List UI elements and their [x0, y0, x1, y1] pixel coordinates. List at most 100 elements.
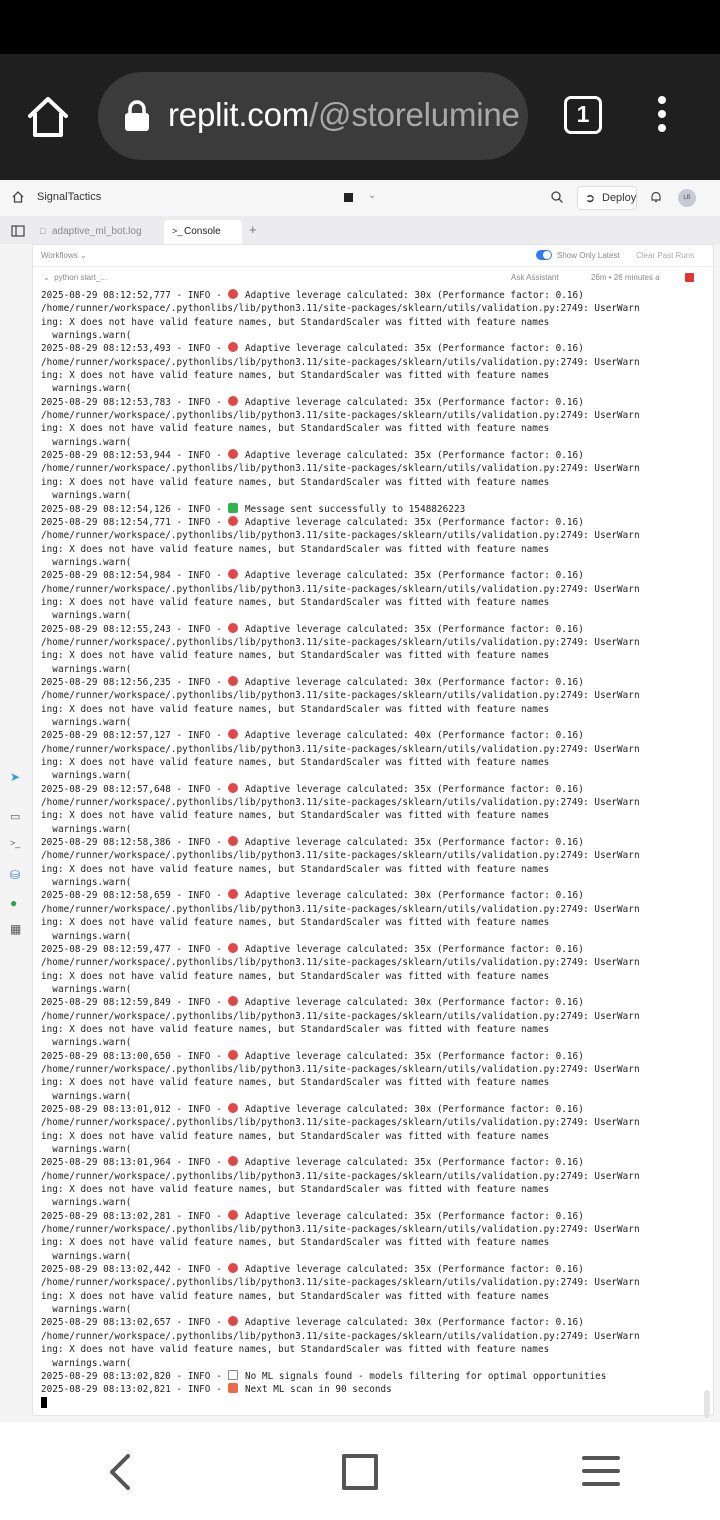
console-icon[interactable]: >_: [10, 838, 24, 852]
ask-assistant-button[interactable]: Ask Assistant: [511, 273, 559, 282]
log-line: ing: X does not have valid feature names…: [41, 1343, 701, 1356]
log-text: 2025-08-29 08:12:57,648 - INFO -: [41, 783, 228, 795]
log-line: ing: X does not have valid feature names…: [41, 1236, 701, 1249]
log-text: warnings.warn(: [41, 877, 132, 889]
log-line: ing: X does not have valid feature names…: [41, 1130, 701, 1143]
log-line: 2025-08-29 08:13:02,821 - INFO - Next ML…: [41, 1383, 701, 1396]
log-line: 2025-08-29 08:13:01,964 - INFO - Adaptiv…: [41, 1156, 701, 1169]
red-emoji-icon: [228, 889, 239, 900]
avatar[interactable]: LB: [678, 189, 696, 207]
layout-icon[interactable]: [11, 225, 25, 237]
search-icon[interactable]: [550, 190, 564, 204]
log-text: /home/runner/workspace/.pythonlibs/lib/p…: [41, 1224, 640, 1236]
log-text: /home/runner/workspace/.pythonlibs/lib/p…: [41, 356, 640, 368]
log-message: No ML signals found - models filtering f…: [239, 1370, 607, 1382]
log-line: 2025-08-29 08:13:02,281 - INFO - Adaptiv…: [41, 1209, 701, 1223]
log-line: /home/runner/workspace/.pythonlibs/lib/p…: [41, 636, 701, 649]
log-line: 2025-08-29 08:12:53,783 - INFO - Adaptiv…: [41, 395, 701, 409]
workflows-dropdown[interactable]: Workflows ⌄: [41, 251, 87, 260]
log-message: Adaptive leverage calculated: 35x (Perfo…: [239, 1210, 584, 1222]
log-line: 2025-08-29 08:12:58,659 - INFO - Adaptiv…: [41, 889, 701, 902]
secrets-icon[interactable]: ●: [10, 896, 24, 910]
show-only-latest-toggle[interactable]: [536, 250, 552, 260]
tab-log-file[interactable]: □ adaptive_ml_bot.log: [32, 220, 160, 244]
log-text: 2025-08-29 08:12:53,493 - INFO -: [41, 343, 228, 355]
phone-status-bar: [0, 0, 720, 70]
console-scrollbar[interactable]: [704, 1390, 710, 1418]
console-output[interactable]: 2025-08-29 08:12:52,777 - INFO - Adaptiv…: [41, 289, 701, 1410]
stop-run-button[interactable]: ⌄: [330, 188, 382, 208]
log-text: 2025-08-29 08:12:58,386 - INFO -: [41, 837, 228, 849]
log-message: Adaptive leverage calculated: 35x (Perfo…: [239, 1050, 584, 1062]
log-text: 2025-08-29 08:12:53,944 - INFO -: [41, 450, 228, 462]
play-icon[interactable]: ➤: [10, 770, 24, 784]
project-name[interactable]: SignalTactics: [37, 191, 101, 203]
log-line: ing: X does not have valid feature names…: [41, 1290, 701, 1303]
log-text: 2025-08-29 08:12:52,777 - INFO -: [41, 290, 228, 301]
red-emoji-icon: [228, 675, 239, 686]
log-line: warnings.warn(: [41, 609, 701, 622]
log-line: 2025-08-29 08:12:53,944 - INFO - Adaptiv…: [41, 449, 701, 462]
log-text: ing: X does not have valid feature names…: [41, 1184, 550, 1196]
log-line: /home/runner/workspace/.pythonlibs/lib/p…: [41, 689, 701, 702]
log-text: ing: X does not have valid feature names…: [41, 596, 550, 608]
log-line: ing: X does not have valid feature names…: [41, 316, 701, 329]
address-bar[interactable]: replit.com/@storelumine: [98, 72, 528, 160]
log-line: ing: X does not have valid feature names…: [41, 1023, 701, 1036]
all-tools-icon[interactable]: ▦: [10, 922, 24, 936]
tab-console[interactable]: >_ Console: [164, 220, 242, 244]
log-line: /home/runner/workspace/.pythonlibs/lib/p…: [41, 1276, 701, 1289]
database-icon[interactable]: ⛁: [10, 868, 24, 882]
deploy-button[interactable]: ➲ Deploy: [577, 186, 637, 210]
log-text: 2025-08-29 08:13:02,442 - INFO -: [41, 1264, 228, 1276]
stop-run-icon[interactable]: [685, 273, 694, 282]
replit-workspace: SignalTactics ⌄ ➲ Deploy LB □ adaptive_m…: [0, 180, 720, 1422]
log-message: Adaptive leverage calculated: 30x (Perfo…: [239, 1103, 584, 1115]
log-line: 2025-08-29 08:12:56,235 - INFO - Adaptiv…: [41, 675, 701, 689]
log-message: Adaptive leverage calculated: 30x (Perfo…: [239, 890, 584, 902]
workspace-header: SignalTactics ⌄ ➲ Deploy LB: [0, 180, 720, 216]
log-line: warnings.warn(: [41, 983, 701, 996]
home-icon[interactable]: [11, 190, 25, 204]
browser-home-icon[interactable]: [24, 94, 72, 140]
log-message: Adaptive leverage calculated: 30x (Perfo…: [239, 1317, 584, 1329]
log-text: 2025-08-29 08:12:59,477 - INFO -: [41, 943, 228, 955]
recents-icon[interactable]: [582, 1456, 620, 1486]
log-line: warnings.warn(: [41, 716, 701, 729]
log-line: 2025-08-29 08:12:59,849 - INFO - Adaptiv…: [41, 996, 701, 1009]
log-line: 2025-08-29 08:12:52,777 - INFO - Adaptiv…: [41, 289, 701, 302]
log-line: warnings.warn(: [41, 1036, 701, 1049]
add-tab-icon[interactable]: +: [249, 222, 257, 237]
log-text: /home/runner/workspace/.pythonlibs/lib/p…: [41, 903, 640, 915]
red-emoji-icon: [228, 782, 239, 793]
bell-icon[interactable]: [649, 190, 663, 204]
run-name[interactable]: ⌄ python start_...: [43, 273, 107, 282]
log-text: 2025-08-29 08:13:01,964 - INFO -: [41, 1157, 228, 1169]
log-line: /home/runner/workspace/.pythonlibs/lib/p…: [41, 1063, 701, 1076]
tab-switcher-button[interactable]: 1: [564, 96, 602, 134]
log-text: ing: X does not have valid feature names…: [41, 757, 550, 769]
log-text: 2025-08-29 08:12:56,235 - INFO -: [41, 676, 228, 688]
monitor-icon[interactable]: ▭: [10, 810, 24, 824]
log-text: 2025-08-29 08:12:55,243 - INFO -: [41, 623, 228, 635]
back-icon[interactable]: [104, 1452, 140, 1492]
log-text: /home/runner/workspace/.pythonlibs/lib/p…: [41, 1010, 640, 1022]
browser-toolbar: replit.com/@storelumine 1: [0, 54, 720, 180]
chevron-down-icon[interactable]: ⌄: [368, 190, 376, 201]
run-header: ⌄ python start_... Ask Assistant 26m • 2…: [33, 267, 713, 287]
clear-past-runs-button[interactable]: Clear Past Runs: [636, 251, 694, 260]
log-text: /home/runner/workspace/.pythonlibs/lib/p…: [41, 850, 640, 862]
log-line: 2025-08-29 08:12:58,386 - INFO - Adaptiv…: [41, 836, 701, 849]
log-text: ing: X does not have valid feature names…: [41, 1344, 550, 1356]
tab-label: adaptive_ml_bot.log: [52, 226, 142, 237]
tab-label: Console: [184, 226, 221, 237]
log-text: ing: X does not have valid feature names…: [41, 863, 550, 875]
log-text: warnings.warn(: [41, 983, 132, 995]
log-line: /home/runner/workspace/.pythonlibs/lib/p…: [41, 956, 701, 969]
home-nav-icon[interactable]: [342, 1454, 378, 1490]
terminal-icon: >_: [172, 226, 183, 236]
browser-menu-icon[interactable]: [652, 96, 672, 138]
log-line: /home/runner/workspace/.pythonlibs/lib/p…: [41, 743, 701, 756]
file-icon: □: [40, 226, 46, 236]
log-line: /home/runner/workspace/.pythonlibs/lib/p…: [41, 903, 701, 916]
